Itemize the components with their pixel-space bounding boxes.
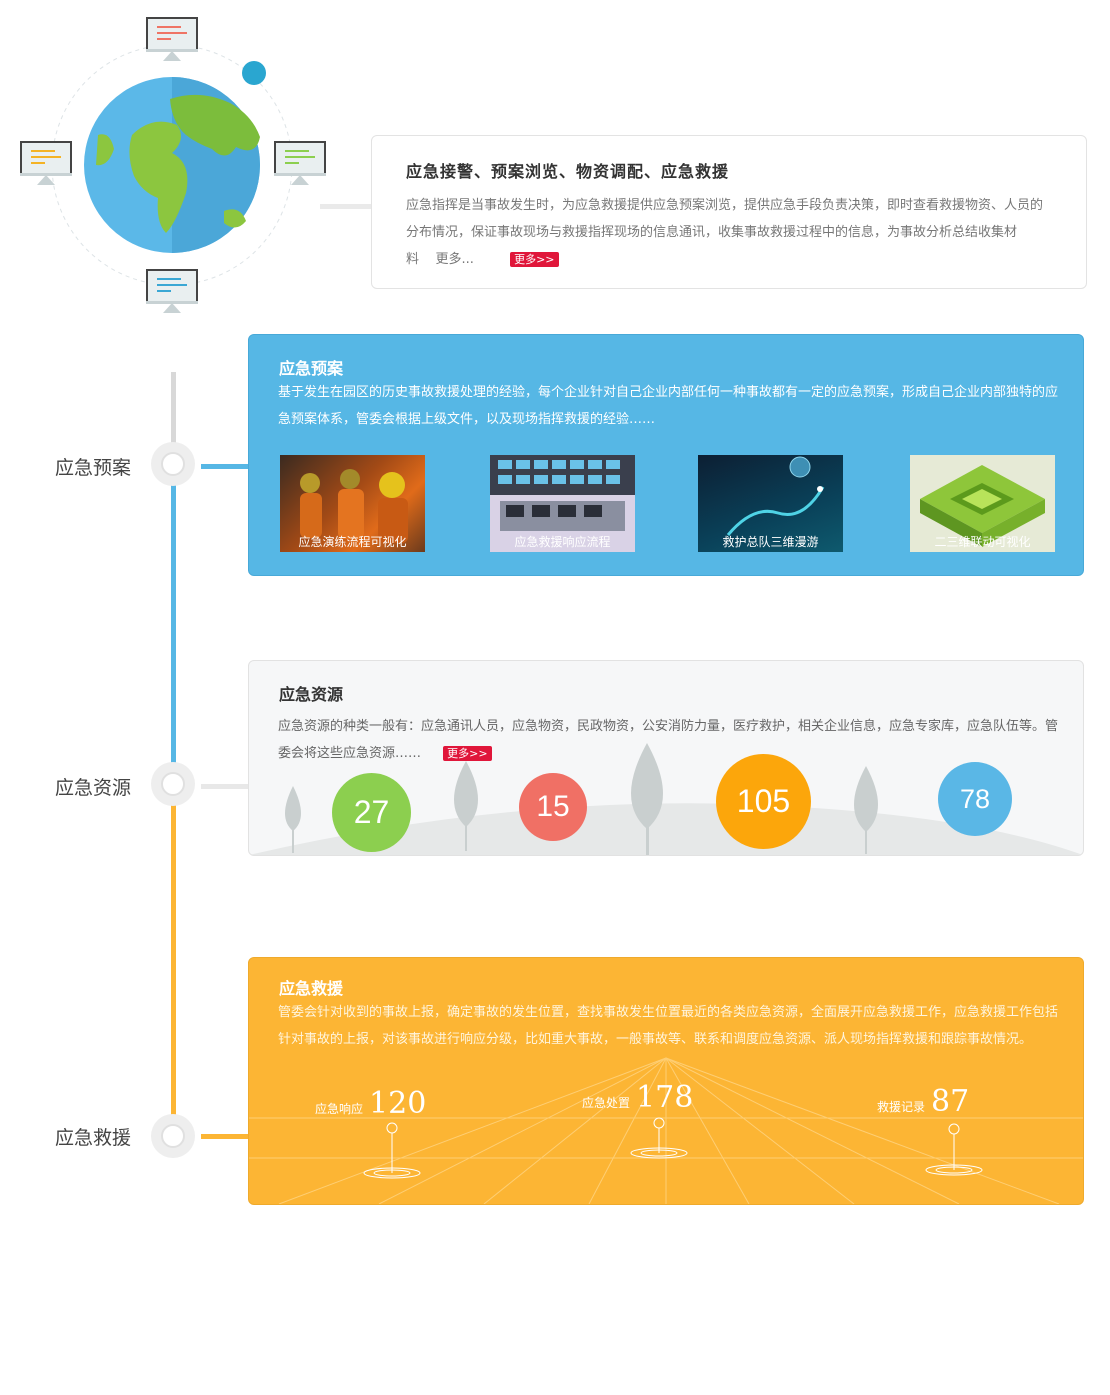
timeline-node-resources (151, 762, 195, 806)
stat-handling: 应急处置 178 (582, 1080, 693, 1115)
thumbnail-3d-roam[interactable]: 救护总队三维漫游 (698, 455, 843, 552)
timeline-arm-plan (201, 464, 249, 469)
plan-card: 应急预案 基于发生在园区的历史事故救援处理的经验，每个企业针对自己企业内部任何一… (248, 334, 1084, 576)
timeline-label-plan[interactable]: 应急预案 (55, 453, 131, 480)
resources-title: 应急资源 (279, 685, 344, 704)
rescue-title: 应急救援 (279, 979, 344, 998)
intro-more-text: 更多... (435, 252, 474, 267)
resources-body-text: 应急资源的种类一般有：应急通讯人员，应急物资，民政物资，公安消防力量，医疗救护，… (278, 719, 1059, 761)
stat-records: 救援记录 87 (877, 1084, 969, 1119)
timeline-label-resources[interactable]: 应急资源 (55, 773, 131, 800)
plan-title: 应急预案 (279, 359, 344, 378)
intro-connector (320, 204, 372, 209)
monitor-icon-right (274, 141, 326, 187)
thumbnail-drill[interactable]: 应急演练流程可视化 (280, 455, 425, 552)
intro-card: 应急接警、预案浏览、物资调配、应急救援 应急指挥是当事故发生时，为应急救援提供应… (371, 135, 1087, 289)
thumbnail-caption: 救护总队三维漫游 (722, 535, 819, 549)
thumbnail-caption: 应急救援响应流程 (514, 535, 611, 549)
intro-title: 应急接警、预案浏览、物资调配、应急救援 (406, 162, 730, 181)
timeline-node-rescue (151, 1114, 195, 1158)
stat-value: 120 (369, 1086, 427, 1121)
monitor-icon-bottom (146, 269, 198, 315)
rescue-body: 管委会针对收到的事故上报，确定事故的发生位置，查找事故发生位置最近的各类应急资源… (278, 1005, 1059, 1047)
timeline-arm-resources (201, 784, 249, 789)
stat-response: 应急响应 120 (315, 1086, 426, 1121)
rescue-card: 应急救援 管委会针对收到的事故上报，确定事故的发生位置，查找事故发生位置最近的各… (248, 957, 1084, 1205)
count-bubble-orange: 105 (716, 754, 811, 849)
monitor-icon-left (20, 141, 72, 187)
thumbnail-response[interactable]: 应急救援响应流程 (490, 455, 635, 552)
stat-value: 87 (931, 1084, 970, 1119)
resources-card: 应急资源 应急资源的种类一般有：应急通讯人员，应急物资，民政物资，公安消防力量，… (248, 660, 1084, 856)
thumbnail-caption: 应急演练流程可视化 (298, 535, 407, 549)
intro-more-button[interactable]: 更多>> (510, 252, 559, 267)
stat-value: 178 (636, 1080, 694, 1115)
intro-body: 应急指挥是当事故发生时，为应急救援提供应急预案浏览，提供应急手段负责决策，即时查… (406, 192, 1054, 273)
count-bubble-blue: 78 (938, 762, 1012, 836)
timeline-arm-rescue (201, 1134, 249, 1139)
timeline-line-orange (171, 784, 176, 1136)
stat-label: 应急响应 (315, 1102, 364, 1116)
resources-body: 应急资源的种类一般有：应急通讯人员，应急物资，民政物资，公安消防力量，医疗救护，… (278, 713, 1058, 767)
count-bubble-red: 15 (519, 773, 587, 841)
stat-label: 救援记录 (877, 1100, 926, 1114)
thumbnail-caption: 二三维联动可视化 (934, 535, 1031, 549)
monitor-icon-top (146, 17, 198, 63)
thumbnail-2d3d[interactable]: 二三维联动可视化 (910, 455, 1055, 552)
intro-body-text: 应急指挥是当事故发生时，为应急救援提供应急预案浏览，提供应急手段负责决策，即时查… (406, 198, 1044, 267)
stat-label: 应急处置 (582, 1096, 631, 1110)
count-bubble-green: 27 (332, 773, 411, 852)
resources-more-button[interactable]: 更多>> (443, 746, 492, 761)
globe-illustration (20, 15, 330, 325)
plan-body: 基于发生在园区的历史事故救援处理的经验，每个企业针对自己企业内部任何一种事故都有… (278, 385, 1059, 427)
timeline-line-blue (171, 464, 176, 784)
timeline-label-rescue[interactable]: 应急救援 (55, 1123, 131, 1150)
timeline-node-plan (151, 442, 195, 486)
